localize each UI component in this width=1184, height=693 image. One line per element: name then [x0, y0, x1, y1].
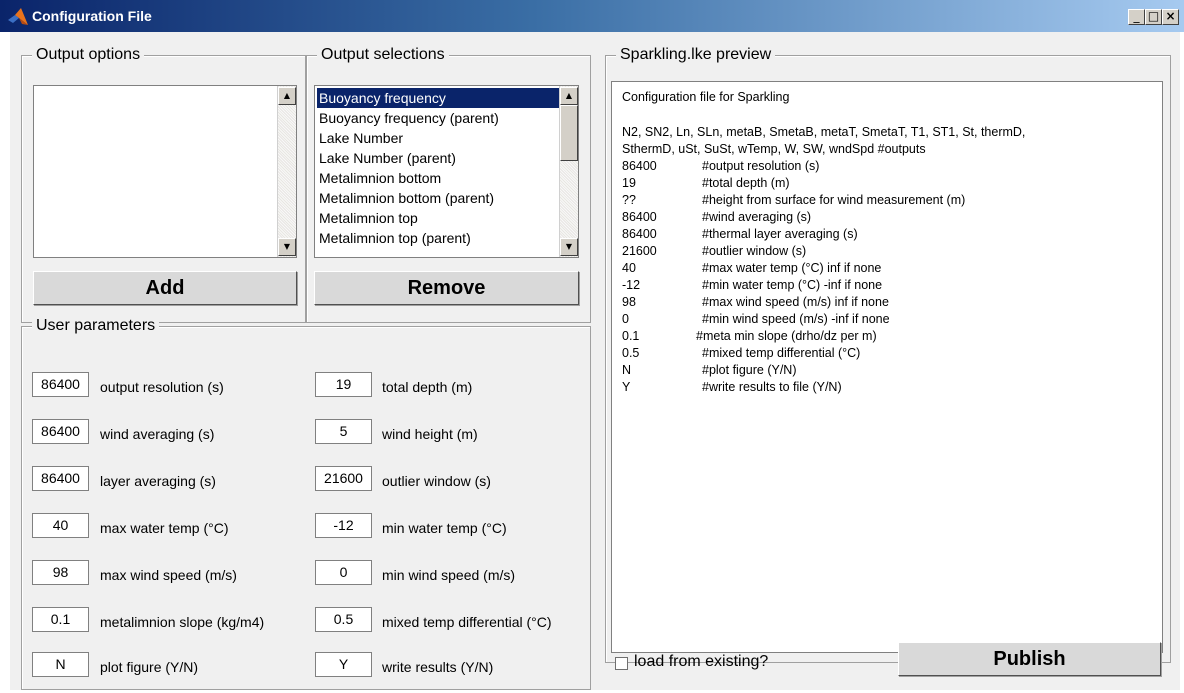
preview-row-value: ?? [622, 193, 636, 207]
list-item[interactable]: Buoyancy frequency [317, 88, 559, 108]
preview-row-comment: #max water temp (°C) inf if none [702, 261, 882, 275]
list-item[interactable]: Metalimnion bottom (parent) [317, 188, 559, 208]
preview-row-value: 0 [622, 312, 629, 326]
preview-row-comment: #total depth (m) [702, 176, 790, 190]
preview-row-comment: #meta min slope (drho/dz per m) [696, 329, 877, 343]
mixed-temp-differential-field[interactable]: 0.5 [315, 607, 372, 632]
layer-averaging-label: layer averaging (s) [100, 473, 216, 489]
scroll-down-arrow-icon[interactable]: ▼ [560, 238, 578, 256]
preview-row-comment: #min water temp (°C) -inf if none [702, 278, 883, 292]
preview-row-comment: #mixed temp differential (°C) [702, 346, 861, 360]
list-item[interactable]: Buoyancy frequency (parent) [317, 108, 559, 128]
preview-row-comment: #min wind speed (m/s) -inf if none [702, 312, 890, 326]
wind-height-field[interactable]: 5 [315, 419, 372, 444]
scroll-down-arrow-icon[interactable]: ▼ [278, 238, 296, 256]
layer-averaging-field[interactable]: 86400 [32, 466, 89, 491]
preview-header-line: Configuration file for Sparkling [622, 90, 790, 104]
min-wind-speed-field[interactable]: 0 [315, 560, 372, 585]
load-existing-checkbox[interactable] [615, 657, 628, 670]
min-water-temp-label: min water temp (°C) [382, 520, 507, 536]
publish-button[interactable]: Publish [898, 642, 1161, 676]
scroll-up-arrow-icon[interactable]: ▲ [560, 87, 578, 105]
wind-averaging-field[interactable]: 86400 [32, 419, 89, 444]
write-results-label: write results (Y/N) [382, 659, 494, 675]
window-client-area: Output options ▲ ▼ Add Output selections… [10, 32, 1180, 690]
remove-button[interactable]: Remove [314, 271, 579, 305]
add-button[interactable]: Add [33, 271, 297, 305]
user-parameters-title: User parameters [32, 316, 160, 336]
preview-row-comment: #output resolution (s) [702, 159, 820, 173]
min-wind-speed-label: min wind speed (m/s) [382, 567, 516, 583]
preview-row-comment: #height from surface for wind measuremen… [702, 193, 966, 207]
window-title: Configuration File [32, 8, 152, 24]
preview-row-value: 0.5 [622, 346, 640, 360]
list-item[interactable]: Metalimnion bottom [317, 168, 559, 188]
output-selections-scrollbar[interactable]: ▲ ▼ [559, 86, 578, 257]
preview-row-value: 40 [622, 261, 636, 275]
max-water-temp-field[interactable]: 40 [32, 513, 89, 538]
preview-row-comment: #max wind speed (m/s) inf if none [702, 295, 889, 309]
list-item[interactable]: Metalimnion top (parent) [317, 228, 559, 248]
max-water-temp-label: max water temp (°C) [100, 520, 229, 536]
minimize-button[interactable]: _ [1128, 9, 1145, 25]
output-resolution-label: output resolution (s) [100, 379, 224, 395]
preview-row-comment: #wind averaging (s) [702, 210, 812, 224]
output-selections-title: Output selections [317, 45, 449, 65]
wind-height-label: wind height (m) [382, 426, 478, 442]
list-item[interactable]: Lake Number [317, 128, 559, 148]
scroll-up-arrow-icon[interactable]: ▲ [278, 87, 296, 105]
output-options-scrollbar[interactable]: ▲ ▼ [277, 86, 296, 257]
outlier-window-label: outlier window (s) [382, 473, 491, 489]
preview-outputs-line-2: SthermD, uSt, SuSt, wTemp, W, SW, wndSpd… [622, 142, 926, 156]
write-results-field[interactable]: Y [315, 652, 372, 677]
list-item[interactable]: Lake Number (parent) [317, 148, 559, 168]
outlier-window-field[interactable]: 21600 [315, 466, 372, 491]
output-resolution-field[interactable]: 86400 [32, 372, 89, 397]
metalimnion-slope-field[interactable]: 0.1 [32, 607, 89, 632]
preview-row-value: 86400 [622, 227, 657, 241]
preview-row-value: 21600 [622, 244, 657, 258]
metalimnion-slope-label: metalimnion slope (kg/m4) [100, 614, 265, 630]
title-bar: Configuration File _ □ × [0, 0, 1184, 32]
preview-title: Sparkling.lke preview [616, 45, 776, 65]
mixed-temp-differential-label: mixed temp differential (°C) [382, 614, 552, 630]
plot-figure-field[interactable]: N [32, 652, 89, 677]
output-selections-listbox[interactable]: Buoyancy frequency Buoyancy frequency (pa… [314, 85, 579, 258]
output-options-title: Output options [32, 45, 145, 65]
plot-figure-label: plot figure (Y/N) [100, 659, 199, 675]
list-item[interactable]: Metalimnion top [317, 208, 559, 228]
max-wind-speed-label: max wind speed (m/s) [100, 567, 237, 583]
maximize-button[interactable]: □ [1145, 9, 1162, 25]
min-water-temp-field[interactable]: -12 [315, 513, 372, 538]
close-button[interactable]: × [1162, 9, 1179, 25]
preview-row-comment: #outlier window (s) [702, 244, 807, 258]
preview-row-value: N [622, 363, 632, 377]
preview-row-value: 19 [622, 176, 636, 190]
preview-row-comment: #plot figure (Y/N) [702, 363, 797, 377]
wind-averaging-label: wind averaging (s) [100, 426, 215, 442]
load-existing-label[interactable]: load from existing? [634, 652, 768, 672]
preview-row-value: 98 [622, 295, 636, 309]
preview-row-comment: #write results to file (Y/N) [702, 380, 842, 394]
preview-row-comment: #thermal layer averaging (s) [702, 227, 858, 241]
output-options-listbox[interactable]: ▲ ▼ [33, 85, 297, 258]
matlab-logo-icon [8, 8, 28, 25]
preview-outputs-line-1: N2, SN2, Ln, SLn, metaB, SmetaB, metaT, … [622, 125, 1026, 139]
preview-row-value: 86400 [622, 159, 657, 173]
preview-row-value: 0.1 [622, 329, 640, 343]
max-wind-speed-field[interactable]: 98 [32, 560, 89, 585]
scroll-thumb[interactable] [560, 105, 578, 161]
total-depth-field[interactable]: 19 [315, 372, 372, 397]
preview-row-value: 86400 [622, 210, 657, 224]
preview-row-value: -12 [622, 278, 641, 292]
output-selections-items: Buoyancy frequency Buoyancy frequency (pa… [317, 88, 559, 248]
total-depth-label: total depth (m) [382, 379, 473, 395]
preview-text-area[interactable]: Configuration file for Sparkling N2, SN2… [611, 81, 1163, 653]
preview-row-value: Y [622, 380, 631, 394]
